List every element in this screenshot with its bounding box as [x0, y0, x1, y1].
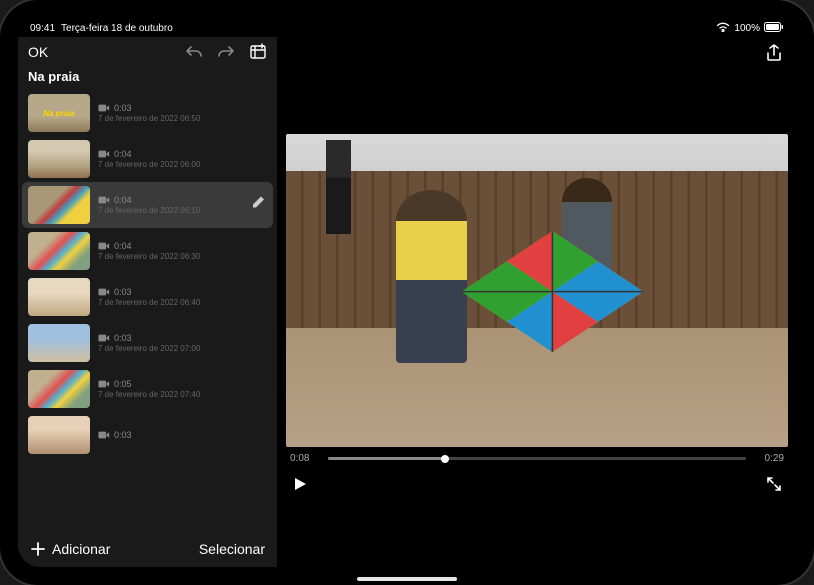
select-button[interactable]: Selecionar	[199, 541, 265, 557]
clip-item[interactable]: 0:037 de fevereiro de 2022 07:00	[22, 320, 273, 366]
sidebar-header: OK	[18, 37, 277, 67]
clip-list[interactable]: Na praia0:037 de fevereiro de 2022 06:50…	[18, 90, 277, 531]
preview-header	[278, 37, 796, 69]
clip-item[interactable]: 0:03	[22, 412, 273, 458]
video-icon	[98, 149, 110, 159]
clip-date: 7 de fevereiro de 2022 07:40	[98, 390, 267, 399]
lamp-post	[326, 140, 351, 234]
clip-item[interactable]: 0:047 de fevereiro de 2022 06:30	[22, 228, 273, 274]
video-icon	[98, 241, 110, 251]
video-icon	[98, 333, 110, 343]
video-icon	[98, 195, 110, 205]
clip-thumbnail	[28, 370, 90, 408]
clip-thumbnail	[28, 140, 90, 178]
video-icon	[98, 379, 110, 389]
video-icon	[98, 287, 110, 297]
project-title: Na praia	[18, 67, 277, 90]
ok-button[interactable]: OK	[28, 44, 48, 60]
share-button[interactable]	[764, 43, 784, 63]
clip-duration: 0:03	[114, 333, 132, 343]
clip-item[interactable]: 0:047 de fevereiro de 2022 06:00	[22, 136, 273, 182]
main-area: OK Na praia Na praia0:037 de	[18, 37, 796, 567]
clip-date: 7 de fevereiro de 2022 06:30	[98, 252, 267, 261]
add-button[interactable]: Adicionar	[30, 541, 110, 557]
redo-button[interactable]	[217, 43, 235, 61]
kite	[447, 221, 658, 362]
status-bar: 09:41 Terça-feira 18 de outubro 100%	[18, 18, 796, 37]
ipad-device-frame: 09:41 Terça-feira 18 de outubro 100% OK	[0, 0, 814, 585]
clip-duration: 0:04	[114, 241, 132, 251]
clip-info: 0:037 de fevereiro de 2022 06:40	[98, 287, 267, 307]
clip-thumbnail	[28, 232, 90, 270]
time-current: 0:08	[290, 453, 318, 464]
clip-info: 0:047 de fevereiro de 2022 06:10	[98, 195, 267, 215]
clip-info: 0:037 de fevereiro de 2022 07:00	[98, 333, 267, 353]
clip-item[interactable]: 0:047 de fevereiro de 2022 06:10	[22, 182, 273, 228]
preview-area: 0:08 0:29	[278, 37, 796, 567]
clip-date: 7 de fevereiro de 2022 06:10	[98, 206, 267, 215]
clip-info: 0:03	[98, 430, 267, 441]
fullscreen-button[interactable]	[764, 474, 784, 494]
video-icon	[98, 103, 110, 113]
scrubber-thumb[interactable]	[441, 455, 449, 463]
clip-item[interactable]: 0:037 de fevereiro de 2022 06:40	[22, 274, 273, 320]
status-date: Terça-feira 18 de outubro	[61, 23, 173, 34]
clip-duration: 0:03	[114, 103, 132, 113]
storyboard-button[interactable]	[249, 43, 267, 61]
undo-button[interactable]	[185, 43, 203, 61]
scrubber-row: 0:08 0:29	[286, 447, 788, 470]
playback-controls	[286, 470, 788, 502]
add-label: Adicionar	[52, 541, 110, 557]
clip-info: 0:057 de fevereiro de 2022 07:40	[98, 379, 267, 399]
pencil-icon[interactable]	[251, 196, 265, 215]
clip-info: 0:037 de fevereiro de 2022 06:50	[98, 103, 267, 123]
clip-item[interactable]: Na praia 0:037 de fevereiro de 2022 06:50	[22, 90, 273, 136]
clip-info: 0:047 de fevereiro de 2022 06:30	[98, 241, 267, 261]
clip-item[interactable]: 0:057 de fevereiro de 2022 07:40	[22, 366, 273, 412]
clip-date: 7 de fevereiro de 2022 06:40	[98, 298, 267, 307]
video-preview[interactable]	[286, 134, 788, 448]
screen: 09:41 Terça-feira 18 de outubro 100% OK	[18, 18, 796, 567]
clip-date: 7 de fevereiro de 2022 06:50	[98, 114, 267, 123]
scrubber-track[interactable]	[328, 457, 746, 460]
sidebar: OK Na praia Na praia0:037 de	[18, 37, 278, 567]
battery-pct: 100%	[734, 23, 760, 34]
time-total: 0:29	[756, 453, 784, 464]
clip-info: 0:047 de fevereiro de 2022 06:00	[98, 149, 267, 169]
video-container: 0:08 0:29	[278, 69, 796, 567]
status-time: 09:41	[30, 23, 55, 34]
clip-thumbnail	[28, 416, 90, 454]
clip-duration: 0:03	[114, 430, 132, 440]
title-overlay-text: Na praia	[43, 109, 75, 118]
sidebar-footer: Adicionar Selecionar	[18, 531, 277, 567]
clip-thumbnail: Na praia	[28, 94, 90, 132]
scrubber-progress	[328, 457, 445, 460]
clip-duration: 0:04	[114, 149, 132, 159]
clip-date: 7 de fevereiro de 2022 06:00	[98, 160, 267, 169]
battery-icon	[764, 22, 784, 35]
clip-date: 7 de fevereiro de 2022 07:00	[98, 344, 267, 353]
clip-duration: 0:03	[114, 287, 132, 297]
clip-duration: 0:04	[114, 195, 132, 205]
video-icon	[98, 430, 110, 440]
clip-duration: 0:05	[114, 379, 132, 389]
wifi-icon	[716, 22, 730, 35]
clip-thumbnail	[28, 186, 90, 224]
clip-thumbnail	[28, 324, 90, 362]
play-button[interactable]	[290, 474, 310, 494]
clip-thumbnail	[28, 278, 90, 316]
